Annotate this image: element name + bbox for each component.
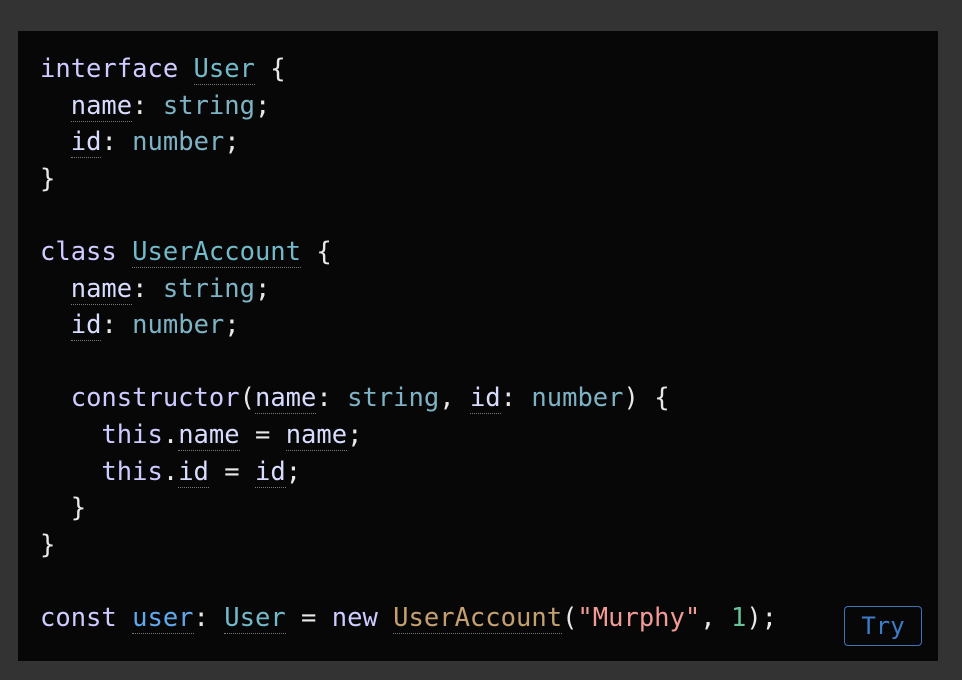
code-token-cls[interactable]: User <box>193 54 255 85</box>
code-token-punctuation: ; <box>285 456 302 487</box>
code-token-prop[interactable]: id <box>178 456 209 488</box>
code-token-num: 1 <box>730 602 747 633</box>
code-token-fn-cls[interactable]: UserAccount <box>393 602 563 634</box>
code-token-type: string <box>162 90 255 121</box>
code-token-punctuation: = <box>285 602 332 633</box>
code-block: interface User { name: string; id: numbe… <box>40 51 777 637</box>
code-token-prop[interactable]: name <box>285 419 348 451</box>
code-token-punctuation <box>40 457 101 487</box>
code-line: this.name = name; <box>40 417 777 454</box>
code-line: this.id = id; <box>40 454 777 491</box>
code-token-punctuation: = <box>239 419 286 450</box>
code-token-cls[interactable]: User <box>224 602 286 634</box>
code-token-type: number <box>531 383 624 414</box>
code-token-punctuation: : <box>193 602 225 633</box>
code-token-prop[interactable]: name <box>70 90 133 122</box>
code-token-punctuation <box>40 420 101 450</box>
code-token-punctuation <box>178 54 193 84</box>
code-sample-panel: interface User { name: string; id: numbe… <box>18 31 938 661</box>
code-token-punctuation: , <box>700 602 731 633</box>
code-line: name: string; <box>40 271 777 308</box>
code-line: class UserAccount { <box>40 234 777 271</box>
code-token-type: string <box>162 273 255 304</box>
code-token-type: number <box>132 310 225 341</box>
code-token-prop[interactable]: name <box>70 273 133 305</box>
code-token-str: "Murphy" <box>577 602 701 633</box>
code-token-punctuation: ; <box>224 127 240 158</box>
code-token-punctuation: : <box>500 383 532 414</box>
code-token-punctuation: ); <box>746 602 778 633</box>
code-token-var[interactable]: user <box>132 602 194 634</box>
code-token-type: string <box>347 383 440 414</box>
code-token-punctuation: } <box>40 529 56 560</box>
code-line: id: number; <box>40 124 777 161</box>
code-token-punctuation: : <box>132 90 163 121</box>
code-token-kw: class <box>40 236 117 267</box>
code-token-prop[interactable]: id <box>70 127 102 159</box>
code-token-punctuation <box>40 310 71 340</box>
code-line: name: string; <box>40 88 777 125</box>
code-token-punctuation: { <box>254 54 286 84</box>
code-line: } <box>40 527 777 564</box>
code-token-prop[interactable]: id <box>254 456 286 488</box>
code-token-kw: interface <box>40 54 179 84</box>
code-line: constructor(name: string, id: number) { <box>40 380 777 417</box>
code-line: id: number; <box>40 307 777 344</box>
code-token-kw: this <box>101 419 163 450</box>
code-token-type: number <box>132 127 225 158</box>
code-token-punctuation <box>40 127 71 157</box>
code-token-punctuation: , <box>439 383 470 414</box>
code-token-punctuation <box>378 603 393 633</box>
code-token-prop[interactable]: id <box>70 310 102 342</box>
code-token-punctuation: ( <box>562 602 578 633</box>
code-token-punctuation: : <box>316 383 348 414</box>
code-token-prop[interactable]: name <box>254 383 317 415</box>
code-token-punctuation <box>117 603 132 633</box>
code-token-prop[interactable]: name <box>178 419 240 451</box>
code-token-punctuation <box>40 383 71 413</box>
code-token-kw: new <box>331 602 378 633</box>
code-token-punctuation: : <box>101 310 133 341</box>
code-token-punctuation <box>40 274 71 304</box>
code-token-punctuation: ) { <box>623 383 670 414</box>
code-token-punctuation: } <box>40 163 56 194</box>
code-token-kw: constructor <box>70 383 240 414</box>
code-token-punctuation: ; <box>224 310 240 341</box>
code-token-punctuation: = <box>208 456 255 487</box>
code-line: const user: User = new UserAccount("Murp… <box>40 600 777 637</box>
code-token-punctuation: ; <box>254 90 271 121</box>
code-line: } <box>40 161 777 198</box>
code-line: interface User { <box>40 51 777 88</box>
code-token-punctuation: : <box>132 273 163 304</box>
code-token-punctuation: . <box>162 456 179 487</box>
code-line: } <box>40 490 777 527</box>
code-token-punctuation: ( <box>239 383 255 414</box>
try-button[interactable]: Try <box>844 606 922 646</box>
code-token-punctuation: { <box>301 236 332 267</box>
code-token-punctuation: ; <box>254 273 271 304</box>
code-token-punctuation <box>40 91 71 121</box>
code-token-kw: const <box>40 602 117 633</box>
code-token-punctuation: ; <box>347 419 363 450</box>
code-token-prop[interactable]: id <box>469 383 501 415</box>
code-token-punctuation <box>117 237 132 267</box>
code-token-punctuation: } <box>40 493 87 524</box>
code-token-punctuation: : <box>101 127 133 158</box>
code-token-cls[interactable]: UserAccount <box>132 236 302 268</box>
code-token-punctuation: . <box>162 419 179 450</box>
code-token-kw: this <box>101 456 163 487</box>
